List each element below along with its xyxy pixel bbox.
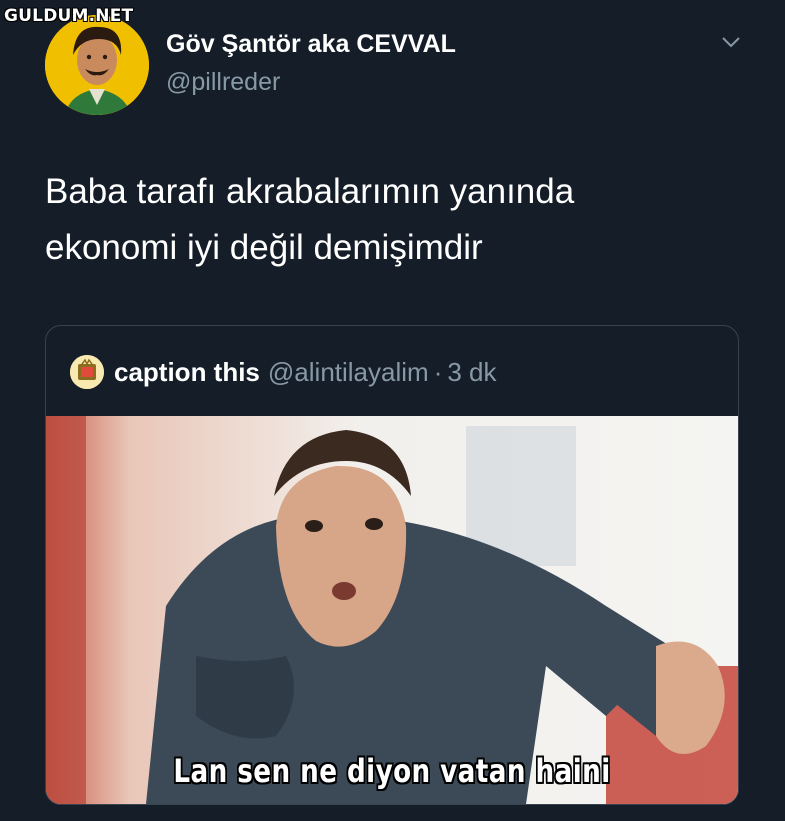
tweet-text: Baba tarafı akrabalarımın yanında ekonom…: [45, 164, 745, 276]
quoted-tweet-header: caption this @alintilayalim · 3 dk: [70, 354, 497, 390]
author-handle[interactable]: @pillreder: [166, 68, 280, 97]
separator-dot: ·: [433, 356, 443, 387]
quoted-author-handle[interactable]: @alintilayalim: [268, 357, 429, 388]
author-avatar[interactable]: [45, 15, 149, 115]
tweet-screen: GULDUM.NET Göv Şantör aka CEVVAL @pillre…: [0, 0, 785, 821]
site-watermark: GULDUM.NET: [4, 6, 134, 26]
quoted-author-name[interactable]: caption this: [114, 357, 260, 388]
quoted-tweet-image[interactable]: Lan sen ne diyon vatan haini: [46, 416, 738, 804]
chevron-down-icon[interactable]: [718, 32, 744, 52]
author-photo: [45, 15, 149, 115]
tweet-text-line: ekonomi iyi değil demişimdir: [45, 228, 483, 267]
quoted-avatar-icon: [70, 355, 104, 389]
quoted-tweet-card[interactable]: caption this @alintilayalim · 3 dk Lan s…: [45, 325, 739, 805]
meme-image: [46, 416, 738, 804]
meme-caption: Lan sen ne diyon vatan haini: [173, 752, 611, 790]
tweet-text-line: Baba tarafı akrabalarımın yanında: [45, 172, 575, 211]
author-display-name[interactable]: Göv Şantör aka CEVVAL: [166, 30, 456, 59]
quoted-tweet-time[interactable]: 3 dk: [447, 357, 496, 388]
quoted-author-avatar[interactable]: [70, 355, 104, 389]
